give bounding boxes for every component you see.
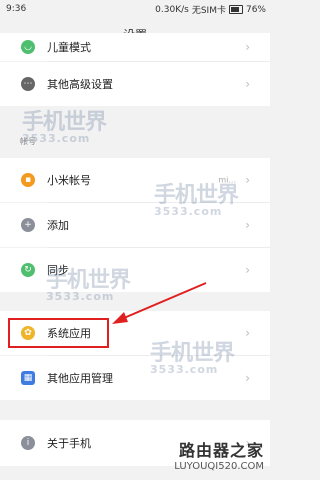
settings-item-sync[interactable]: ↻ 同步 › xyxy=(0,248,270,292)
settings-item-child-mode[interactable]: ◡ 儿童模式 › xyxy=(0,33,270,61)
info-icon: i xyxy=(21,436,35,450)
settings-item-label: 添加 xyxy=(47,219,69,232)
settings-item-more-settings[interactable]: ⋯ 其他高级设置 › xyxy=(0,62,270,106)
chevron-right-icon: › xyxy=(245,326,250,340)
apps-grid-icon: ▦ xyxy=(21,371,35,385)
settings-item-label: 关于手机 xyxy=(47,437,91,450)
settings-item-other-apps[interactable]: ▦ 其他应用管理 › xyxy=(0,356,270,400)
settings-item-label: 同步 xyxy=(47,264,69,277)
footer-logo: 路由器之家 LUYOUQI520.COM xyxy=(174,437,264,472)
chevron-right-icon: › xyxy=(245,40,250,54)
chevron-right-icon: › xyxy=(245,173,250,187)
mi-account-icon: ▪ xyxy=(21,173,35,187)
status-bar: 9:36 0.30K/s 无SIM卡 76% xyxy=(0,0,270,18)
network-speed: 0.30K/s xyxy=(155,4,189,15)
more-dots-icon: ⋯ xyxy=(21,77,35,91)
footer-url: LUYOUQI520.COM xyxy=(174,461,264,472)
status-right: 0.30K/s 无SIM卡 76% xyxy=(155,3,266,17)
sync-icon: ↻ xyxy=(21,263,35,277)
battery-icon xyxy=(228,5,243,14)
chevron-right-icon: › xyxy=(245,77,250,91)
sim-status: 无SIM卡 xyxy=(191,6,226,16)
settings-item-mi-account[interactable]: ▪ 小米帐号 mi... › xyxy=(0,158,270,202)
child-mode-icon: ◡ xyxy=(21,40,35,54)
plus-icon: + xyxy=(21,218,35,232)
settings-item-label: 小米帐号 xyxy=(47,174,91,187)
highlight-box xyxy=(8,318,109,348)
settings-item-label: 其他高级设置 xyxy=(47,78,113,91)
footer-brand: 路由器之家 xyxy=(178,441,264,460)
settings-item-label: 其他应用管理 xyxy=(47,372,113,385)
status-time: 9:36 xyxy=(6,4,27,14)
section-header-account: 帐号 xyxy=(20,137,36,146)
chevron-right-icon: › xyxy=(245,371,250,385)
battery-percent: 76% xyxy=(245,4,266,15)
settings-item-add[interactable]: + 添加 › xyxy=(0,203,270,247)
chevron-right-icon: › xyxy=(245,263,250,277)
account-value: mi... xyxy=(218,175,236,185)
chevron-right-icon: › xyxy=(245,218,250,232)
settings-item-label: 儿童模式 xyxy=(47,41,91,54)
